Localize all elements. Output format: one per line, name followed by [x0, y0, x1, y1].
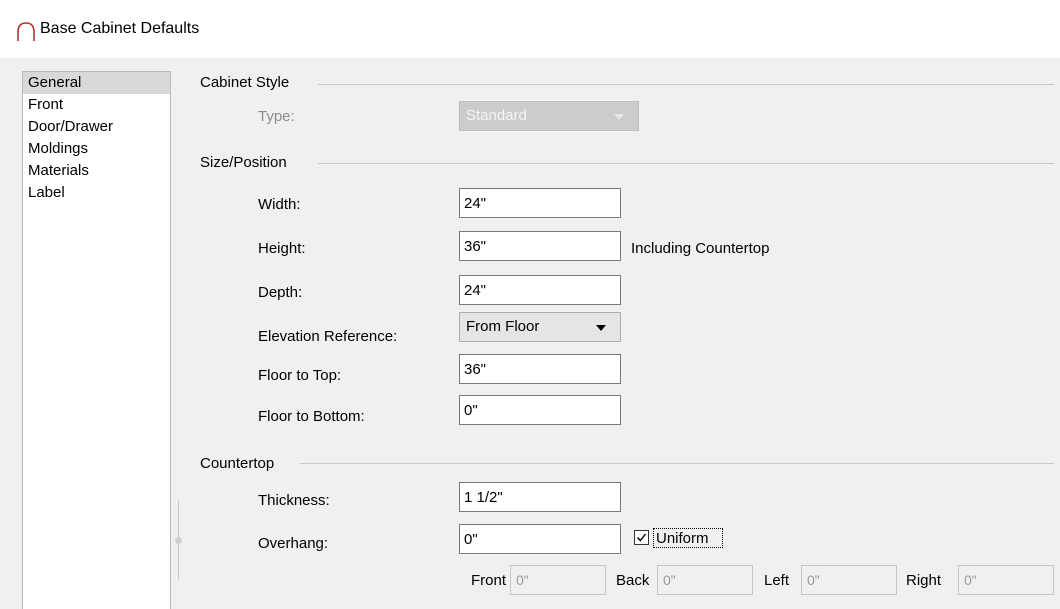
uniform-label[interactable]: Uniform: [656, 530, 709, 547]
front-label: Front: [471, 572, 507, 589]
overhang-label: Overhang:: [258, 535, 329, 552]
countertop-divider: [300, 463, 1054, 464]
depth-label: Depth:: [258, 284, 303, 301]
type-select-value: Standard: [466, 107, 527, 124]
cabinet-style-heading: Cabinet Style: [200, 74, 298, 91]
elevation-reference-value: From Floor: [466, 318, 540, 335]
nav-item-materials[interactable]: Materials: [23, 160, 170, 182]
left-label: Left: [764, 572, 790, 589]
nav-item-door-drawer[interactable]: Door/Drawer: [23, 116, 170, 138]
height-field[interactable]: [459, 231, 621, 261]
uniform-checkbox[interactable]: [634, 530, 649, 545]
category-list[interactable]: General Front Door/Drawer Moldings Mater…: [22, 71, 171, 609]
checkmark-icon: [636, 533, 647, 542]
type-select[interactable]: Standard: [459, 101, 639, 131]
elevation-reference-label: Elevation Reference:: [258, 328, 398, 345]
height-label: Height:: [258, 240, 306, 257]
nav-item-moldings[interactable]: Moldings: [23, 138, 170, 160]
title-bar: Base Cabinet Defaults: [0, 0, 1060, 58]
front-overhang-field[interactable]: [510, 565, 606, 595]
width-label: Width:: [258, 196, 301, 213]
overhang-field[interactable]: [459, 524, 621, 554]
back-overhang-field[interactable]: [657, 565, 753, 595]
chevron-down-icon: [596, 325, 606, 331]
floor-to-top-label: Floor to Top:: [258, 367, 342, 384]
nav-item-front[interactable]: Front: [23, 94, 170, 116]
thickness-label: Thickness:: [258, 492, 330, 509]
right-overhang-field[interactable]: [958, 565, 1054, 595]
floor-to-top-field[interactable]: [459, 354, 621, 384]
right-label: Right: [906, 572, 942, 589]
chevron-down-icon: [614, 114, 624, 120]
back-label: Back: [616, 572, 650, 589]
floor-to-bottom-label: Floor to Bottom:: [258, 408, 365, 425]
size-position-divider: [318, 163, 1054, 164]
height-note: Including Countertop: [631, 240, 770, 257]
width-field[interactable]: [459, 188, 621, 218]
window-title: Base Cabinet Defaults: [40, 20, 200, 37]
depth-field[interactable]: [459, 275, 621, 305]
thickness-field[interactable]: [459, 482, 621, 512]
countertop-heading: Countertop: [200, 455, 283, 472]
left-overhang-field[interactable]: [801, 565, 897, 595]
cabinet-arch-icon: [17, 22, 35, 41]
cabinet-style-divider: [318, 84, 1054, 85]
type-label: Type:: [258, 108, 295, 125]
size-position-heading: Size/Position: [200, 154, 295, 171]
elevation-reference-select[interactable]: From Floor: [459, 312, 621, 342]
splitter-grip[interactable]: [175, 537, 182, 544]
floor-to-bottom-field[interactable]: [459, 395, 621, 425]
nav-item-label[interactable]: Label: [23, 182, 170, 204]
nav-item-general[interactable]: General: [23, 72, 170, 94]
